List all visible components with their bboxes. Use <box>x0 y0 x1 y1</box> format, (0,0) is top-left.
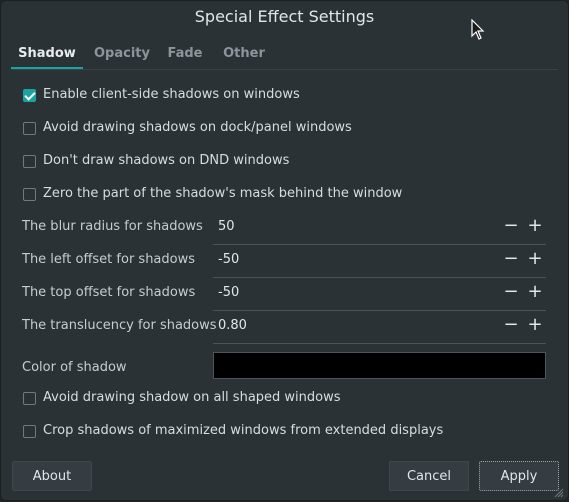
top-offset-row: The top offset for shadows -50 − + <box>11 277 560 311</box>
translucency-row: The translucency for shadows 0.80 − + <box>11 310 560 344</box>
checkbox-label: Enable client-side shadows on windows <box>43 87 300 102</box>
checkbox-label: Avoid drawing shadows on dock/panel wind… <box>43 120 352 135</box>
crop-maximized-shadows-option[interactable]: Crop shadows of maximized windows from e… <box>11 415 560 448</box>
tab-shadow[interactable]: Shadow <box>11 41 83 69</box>
shadow-color-label: Color of shadow <box>22 360 127 375</box>
decrement-button[interactable]: − <box>502 217 520 235</box>
increment-button[interactable]: + <box>526 283 544 301</box>
shadow-color-button[interactable] <box>213 352 546 379</box>
translucency-spinbox[interactable]: 0.80 − + <box>213 310 546 344</box>
settings-window: Special Effect Settings Shadow Opacity F… <box>0 0 569 501</box>
no-dnd-shadows-checkbox[interactable] <box>23 155 36 168</box>
avoid-dock-shadows-option[interactable]: Avoid drawing shadows on dock/panel wind… <box>11 112 560 145</box>
left-offset-spinbox[interactable]: -50 − + <box>213 244 546 278</box>
dialog-button-bar: About Cancel Apply <box>1 453 569 502</box>
left-offset-input[interactable]: -50 <box>218 252 239 267</box>
translucency-input[interactable]: 0.80 <box>218 318 247 333</box>
zero-shadow-mask-checkbox[interactable] <box>23 188 36 201</box>
decrement-button[interactable]: − <box>502 283 520 301</box>
checkbox-label: Crop shadows of maximized windows from e… <box>43 423 444 438</box>
blur-radius-row: The blur radius for shadows 50 − + <box>11 211 560 245</box>
checkbox-label: Don't draw shadows on DND windows <box>43 153 290 168</box>
blur-radius-spinbox[interactable]: 50 − + <box>213 211 546 245</box>
increment-button[interactable]: + <box>526 217 544 235</box>
tab-opacity[interactable]: Opacity <box>89 41 155 67</box>
tab-fade[interactable]: Fade <box>163 41 207 67</box>
crop-maximized-shadows-checkbox[interactable] <box>23 425 36 438</box>
avoid-shaped-windows-option[interactable]: Avoid drawing shadow on all shaped windo… <box>11 382 560 415</box>
checkbox-label: Avoid drawing shadow on all shaped windo… <box>43 390 341 405</box>
top-offset-input[interactable]: -50 <box>218 285 239 300</box>
avoid-dock-shadows-checkbox[interactable] <box>23 122 36 135</box>
left-offset-label: The left offset for shadows <box>22 252 196 267</box>
top-offset-spinbox[interactable]: -50 − + <box>213 277 546 311</box>
increment-button[interactable]: + <box>526 316 544 334</box>
resize-grip-icon[interactable] <box>554 488 564 498</box>
blur-radius-input[interactable]: 50 <box>218 219 235 234</box>
mouse-cursor-icon <box>471 19 485 40</box>
avoid-shaped-windows-checkbox[interactable] <box>23 392 36 405</box>
zero-shadow-mask-option[interactable]: Zero the part of the shadow's mask behin… <box>11 178 560 211</box>
tab-bar: Shadow Opacity Fade Other <box>11 41 558 70</box>
decrement-button[interactable]: − <box>502 250 520 268</box>
blur-radius-label: The blur radius for shadows <box>22 219 203 234</box>
enable-client-side-shadows-option[interactable]: Enable client-side shadows on windows <box>11 79 560 112</box>
cancel-button[interactable]: Cancel <box>389 461 469 491</box>
no-dnd-shadows-option[interactable]: Don't draw shadows on DND windows <box>11 145 560 178</box>
left-offset-row: The left offset for shadows -50 − + <box>11 244 560 278</box>
about-button[interactable]: About <box>12 461 92 491</box>
apply-button[interactable]: Apply <box>479 461 559 491</box>
enable-client-side-shadows-checkbox[interactable] <box>23 89 36 102</box>
checkbox-label: Zero the part of the shadow's mask behin… <box>43 186 403 201</box>
top-offset-label: The top offset for shadows <box>22 285 196 300</box>
translucency-label: The translucency for shadows <box>22 318 217 333</box>
decrement-button[interactable]: − <box>502 316 520 334</box>
tab-other[interactable]: Other <box>217 41 271 67</box>
increment-button[interactable]: + <box>526 250 544 268</box>
shadow-settings-panel: Enable client-side shadows on windows Av… <box>11 70 560 452</box>
